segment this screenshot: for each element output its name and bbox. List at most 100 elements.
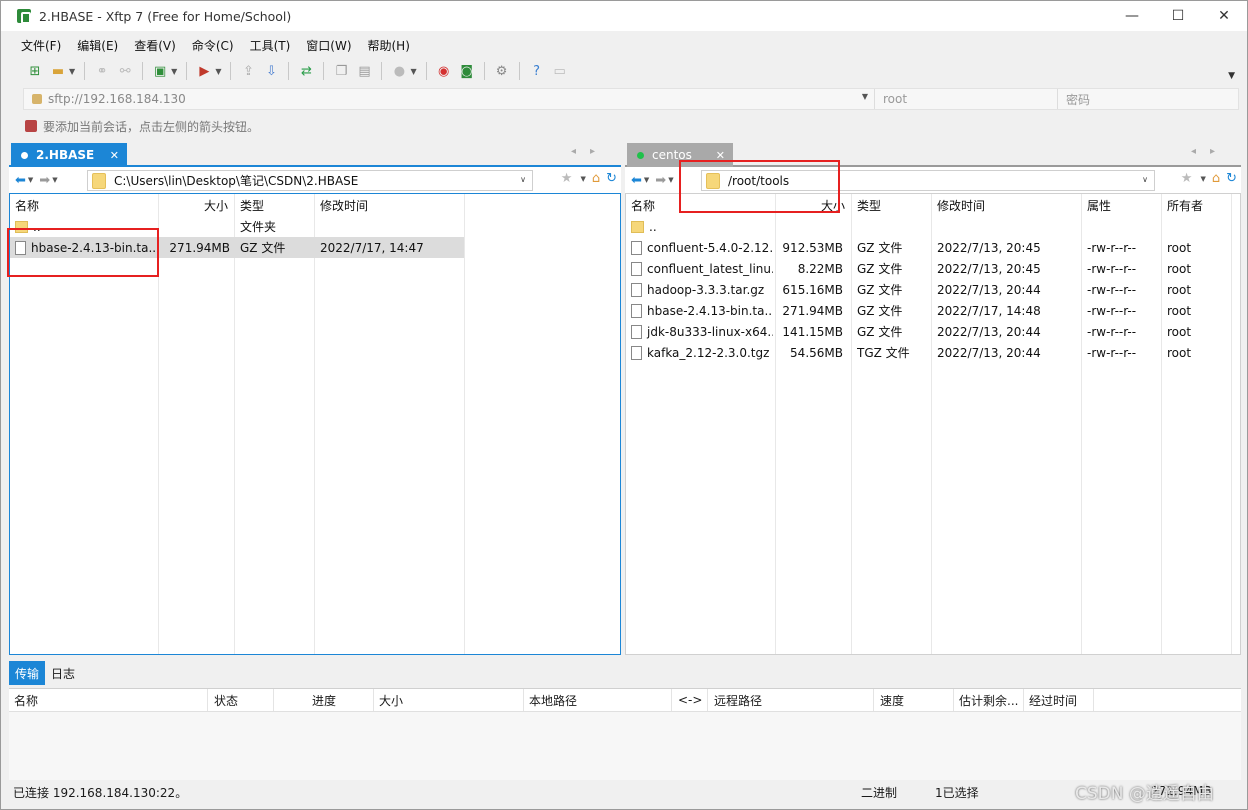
password-field[interactable]: 密码	[1057, 89, 1238, 109]
file-modified: 2022/7/13, 20:44	[937, 324, 1041, 339]
favorite-star-icon[interactable]: ★	[561, 171, 573, 186]
local-path-input[interactable]: C:\Users\lin\Desktop\笔记\CSDN\2.HBASE ∨	[87, 170, 533, 191]
chevron-down-icon[interactable]: ▼	[862, 92, 868, 101]
column-header-name[interactable]: 名称	[631, 194, 655, 216]
toolbar-divider	[483, 62, 485, 80]
menu-help[interactable]: 帮助(H)	[360, 37, 418, 54]
forward-arrow-icon[interactable]: ➡	[39, 173, 50, 188]
username-field[interactable]: root	[874, 89, 1057, 109]
xshell-icon[interactable]: ◉	[434, 61, 454, 81]
chevron-down-icon[interactable]: ▼	[28, 176, 33, 184]
host-field[interactable]: sftp://192.168.184.130 ▼	[24, 89, 874, 109]
close-tab-icon[interactable]: ✕	[110, 149, 119, 162]
column-header-size[interactable]: 大小	[821, 194, 845, 216]
column-header-attributes[interactable]: 属性	[1087, 194, 1111, 216]
minimize-button[interactable]: —	[1109, 1, 1155, 31]
transfer-col-direction[interactable]: <->	[678, 689, 702, 711]
home-folder-icon[interactable]: ⌂	[1212, 171, 1220, 186]
chevron-down-icon[interactable]: ▼	[69, 67, 75, 76]
transfer-col-status[interactable]: 状态	[214, 689, 238, 711]
list-item[interactable]: hbase-2.4.13-bin.ta... 271.94MB GZ 文件 20…	[626, 300, 1240, 321]
list-item[interactable]: confluent_latest_linu... 8.22MB GZ 文件 20…	[626, 258, 1240, 279]
maximize-button[interactable]: ☐	[1155, 1, 1201, 31]
upload-icon[interactable]: ⇪	[238, 61, 258, 81]
chevron-down-icon[interactable]: ▼	[171, 67, 177, 76]
transfer-col-size[interactable]: 大小	[379, 689, 403, 711]
menu-view[interactable]: 查看(V)	[126, 37, 184, 54]
tab-local[interactable]: 2.HBASE ✕	[11, 143, 127, 167]
disconnect-icon[interactable]: ⚯	[115, 61, 135, 81]
back-arrow-icon[interactable]: ⬅	[15, 173, 26, 188]
menu-window[interactable]: 窗口(W)	[298, 37, 359, 54]
transfer-col-eta[interactable]: 估计剩余...	[959, 689, 1018, 711]
transfer-col-name[interactable]: 名称	[14, 689, 38, 711]
settings-gear-icon[interactable]: ⚙	[492, 61, 512, 81]
connect-icon[interactable]: ⚭	[92, 61, 112, 81]
list-item[interactable]: jdk-8u333-linux-x64... 141.15MB GZ 文件 20…	[626, 321, 1240, 342]
menu-file[interactable]: 文件(F)	[13, 37, 69, 54]
menu-tools[interactable]: 工具(T)	[242, 37, 299, 54]
transfer-col-progress[interactable]: 进度	[312, 689, 336, 711]
close-tab-icon[interactable]: ✕	[716, 149, 725, 162]
refresh-icon[interactable]: ↻	[1226, 171, 1237, 186]
tab-scroll-arrows-icon[interactable]: ◂▸	[571, 146, 609, 157]
terminal-icon[interactable]: ▶	[194, 61, 214, 81]
list-item[interactable]: kafka_2.12-2.3.0.tgz 54.56MB TGZ 文件 2022…	[626, 342, 1240, 363]
chevron-down-icon[interactable]: ∨	[520, 175, 526, 184]
toolbar-divider	[230, 62, 232, 80]
list-item[interactable]: ..	[626, 216, 1240, 237]
sync-icon[interactable]: ⇄	[296, 61, 316, 81]
tab-transfers[interactable]: 传输	[9, 661, 46, 685]
menu-command[interactable]: 命令(C)	[184, 37, 242, 54]
chevron-down-icon[interactable]: ▼	[410, 67, 416, 76]
forward-arrow-icon[interactable]: ➡	[655, 173, 666, 188]
column-header-type[interactable]: 类型	[857, 194, 881, 216]
chevron-down-icon[interactable]: ∨	[1142, 175, 1148, 184]
copy-icon[interactable]: ❐	[331, 61, 351, 81]
download-icon[interactable]: ⇩	[261, 61, 281, 81]
new-session-icon[interactable]: ⊞	[25, 61, 45, 81]
chevron-down-icon[interactable]: ▼	[215, 67, 221, 76]
back-arrow-icon[interactable]: ⬅	[631, 173, 642, 188]
chevron-down-icon[interactable]: ▼	[1200, 175, 1205, 183]
column-header-type[interactable]: 类型	[240, 194, 264, 216]
tab-log[interactable]: 日志	[45, 661, 81, 685]
menu-edit[interactable]: 编辑(E)	[69, 37, 126, 54]
help-icon[interactable]: ?	[527, 61, 547, 81]
chevron-down-icon[interactable]: ▼	[52, 176, 57, 184]
transfer-col-local-path[interactable]: 本地路径	[529, 689, 577, 711]
close-button[interactable]: ✕	[1201, 1, 1247, 31]
home-folder-icon[interactable]: ⌂	[592, 171, 600, 186]
tab-remote[interactable]: centos ✕	[627, 143, 733, 167]
open-folder-icon[interactable]: ▬	[48, 61, 68, 81]
refresh-icon[interactable]: ↻	[606, 171, 617, 186]
transfer-col-remote-path[interactable]: 远程路径	[714, 689, 762, 711]
xftp-app-icon	[17, 9, 31, 24]
file-size: 141.15MB	[782, 324, 843, 339]
column-header-name[interactable]: 名称	[15, 194, 39, 216]
list-item[interactable]: hbase-2.4.13-bin.ta... 271.94MB GZ 文件 20…	[10, 237, 464, 258]
column-header-size[interactable]: 大小	[204, 194, 228, 216]
chevron-down-icon[interactable]: ▼	[668, 176, 673, 184]
list-item[interactable]: .. 文件夹	[10, 216, 464, 237]
transfer-col-elapsed[interactable]: 经过时间	[1029, 689, 1077, 711]
toolbar-overflow-icon[interactable]: ▼	[1228, 71, 1235, 81]
paste-icon[interactable]: ▤	[354, 61, 374, 81]
column-header-modified[interactable]: 修改时间	[320, 194, 368, 216]
transfer-col-speed[interactable]: 速度	[880, 689, 904, 711]
chevron-down-icon[interactable]: ▼	[580, 175, 585, 183]
status-circle-icon[interactable]: ●	[389, 61, 409, 81]
remote-path-input[interactable]: /root/tools ∨	[701, 170, 1155, 191]
toolbar-divider	[425, 62, 427, 80]
column-header-owner[interactable]: 所有者	[1167, 194, 1203, 216]
list-item[interactable]: confluent-5.4.0-2.12... 912.53MB GZ 文件 2…	[626, 237, 1240, 258]
chevron-down-icon[interactable]: ▼	[644, 176, 649, 184]
list-item[interactable]: hadoop-3.3.3.tar.gz 615.16MB GZ 文件 2022/…	[626, 279, 1240, 300]
tab-scroll-arrows-icon[interactable]: ◂▸	[1191, 146, 1229, 157]
transfer-list	[9, 712, 1241, 780]
chat-icon[interactable]: ▭	[550, 61, 570, 81]
new-tab-icon[interactable]: ▣	[150, 61, 170, 81]
column-header-modified[interactable]: 修改时间	[937, 194, 985, 216]
favorite-star-icon[interactable]: ★	[1181, 171, 1193, 186]
xftp-icon[interactable]: ◙	[457, 61, 477, 81]
